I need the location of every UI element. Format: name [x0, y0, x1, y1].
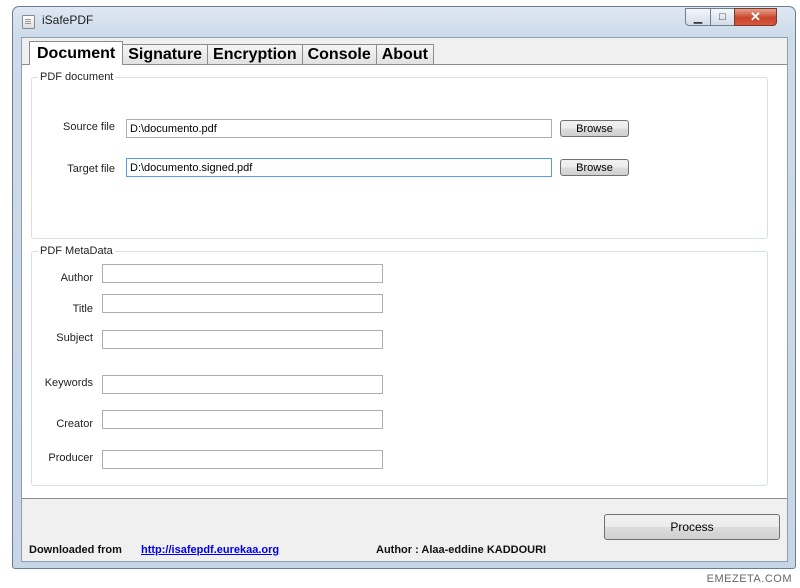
subject-label: Subject — [56, 332, 93, 344]
target-file-input[interactable] — [126, 158, 552, 177]
author-label: Author — [60, 272, 93, 284]
author-input[interactable] — [102, 264, 383, 283]
producer-input[interactable] — [102, 450, 383, 469]
pdf-metadata-legend: PDF MetaData — [40, 245, 113, 257]
producer-label: Producer — [48, 452, 93, 464]
window-title: iSafePDF — [42, 13, 94, 27]
pdf-document-legend: PDF document — [40, 71, 114, 83]
downloaded-from-label: Downloaded from — [29, 544, 122, 556]
close-icon: ✕ — [750, 9, 761, 24]
subject-input[interactable] — [102, 330, 383, 349]
creator-label: Creator — [56, 418, 93, 430]
client-area: Document Signature Encryption Console Ab… — [21, 37, 788, 562]
title-bar[interactable]: iSafePDF ▁ □ ✕ — [13, 7, 795, 33]
keywords-input[interactable] — [102, 375, 383, 394]
tab-document[interactable]: Document — [29, 41, 124, 65]
target-browse-button[interactable]: Browse — [560, 159, 629, 176]
creator-input[interactable] — [102, 410, 383, 429]
process-button[interactable]: Process — [604, 514, 780, 540]
close-button[interactable]: ✕ — [734, 8, 777, 26]
title-input[interactable] — [102, 294, 383, 313]
target-file-label: Target file — [67, 163, 115, 175]
minimize-icon: ▁ — [693, 11, 703, 24]
tab-signature[interactable]: Signature — [122, 44, 209, 65]
tab-strip: Document Signature Encryption Console Ab… — [29, 41, 434, 65]
app-icon — [22, 15, 35, 29]
keywords-label: Keywords — [44, 377, 93, 389]
tab-console[interactable]: Console — [301, 44, 377, 65]
tab-encryption[interactable]: Encryption — [207, 44, 303, 65]
author-credit: Author : Alaa-eddine KADDOURI — [376, 544, 547, 556]
tab-about[interactable]: About — [375, 44, 434, 65]
maximize-button[interactable]: □ — [710, 8, 735, 26]
document-tab-panel: PDF document Source file Browse Target f… — [22, 64, 787, 499]
source-browse-button[interactable]: Browse — [560, 120, 629, 137]
source-file-label: Source file — [63, 121, 115, 133]
download-link[interactable]: http://isafepdf.eurekaa.org — [141, 544, 279, 556]
app-window: iSafePDF ▁ □ ✕ Document Signature Encryp… — [12, 6, 796, 569]
watermark: EMEZETA.COM — [706, 573, 792, 585]
pdf-document-group: PDF document — [31, 71, 768, 239]
title-label: Title — [72, 303, 93, 315]
minimize-button[interactable]: ▁ — [685, 8, 711, 26]
maximize-icon: □ — [719, 11, 726, 23]
source-file-input[interactable] — [126, 119, 552, 138]
